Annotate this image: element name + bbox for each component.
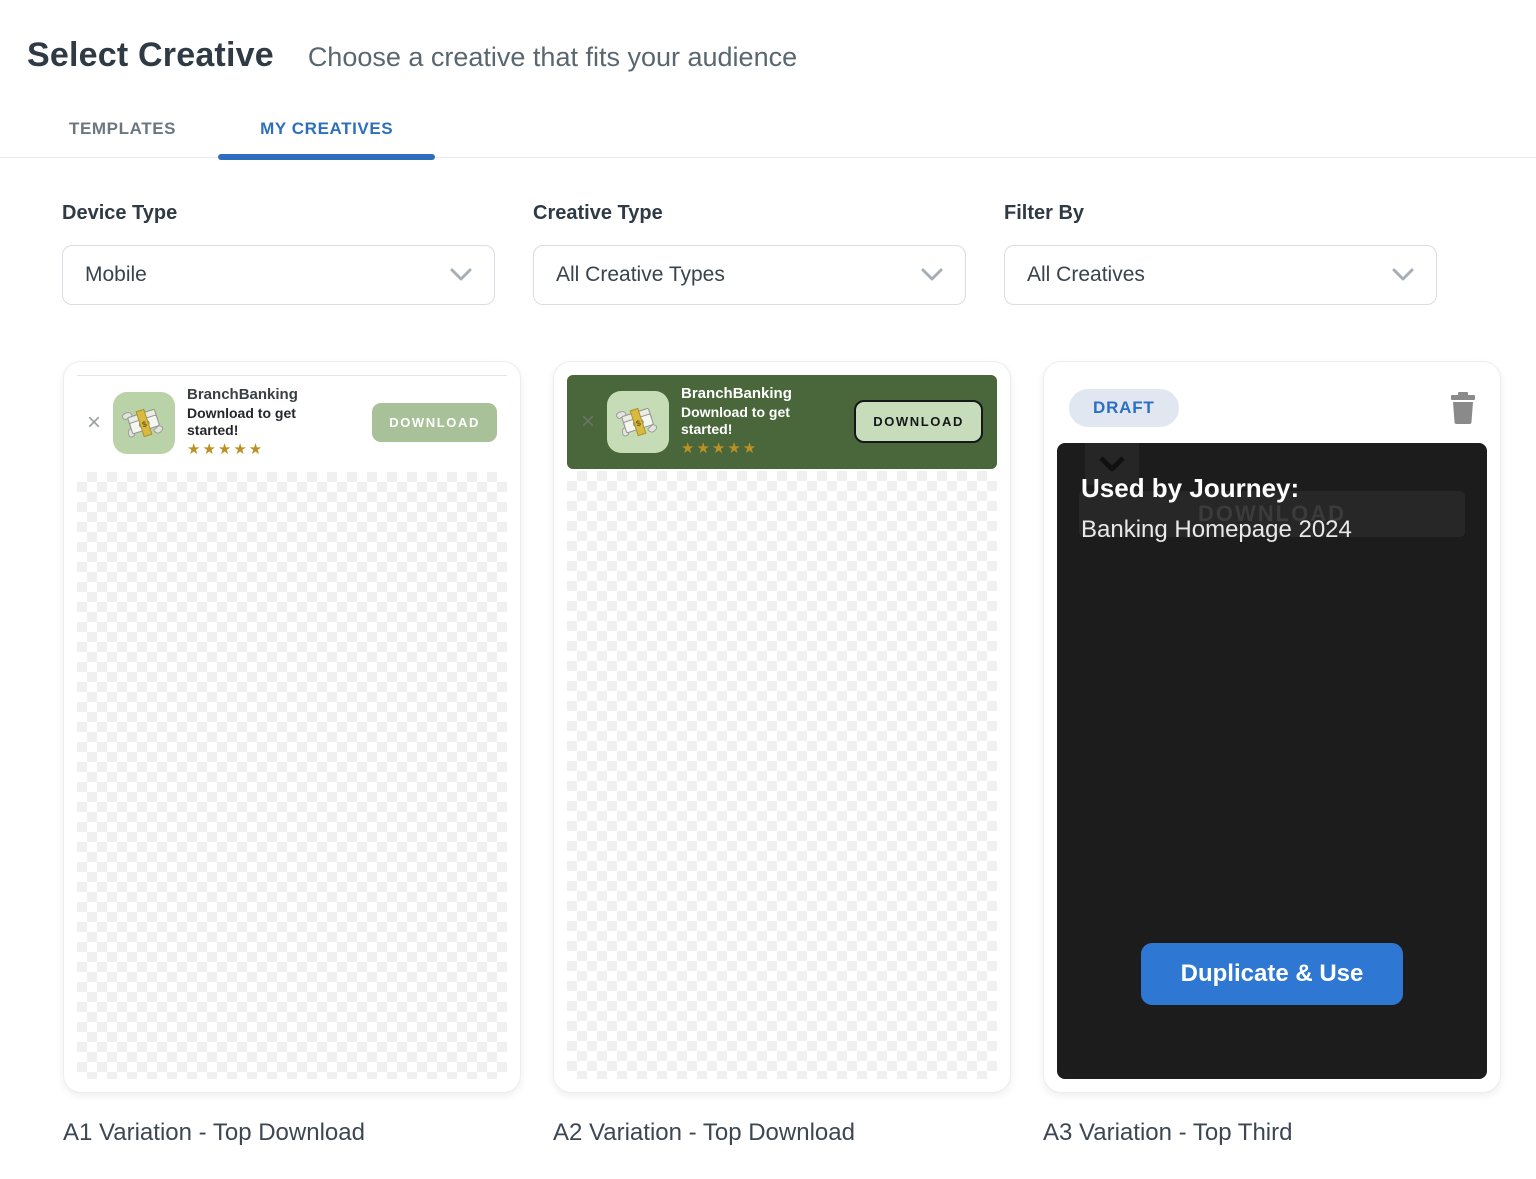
app-tagline: Download to get started! xyxy=(681,404,830,439)
star-rating-icons: ★★★★★ xyxy=(187,441,348,460)
creative-preview-a1[interactable]: × $ xyxy=(63,361,521,1093)
journey-name: Banking Homepage 2024 xyxy=(1081,516,1487,544)
chevron-down-icon xyxy=(921,268,943,282)
device-type-label: Device Type xyxy=(62,202,495,225)
money-with-wings-icon: $ xyxy=(615,399,661,445)
ad-banner-green: × $ xyxy=(567,375,997,469)
app-text-block: BranchBanking Download to get started! ★… xyxy=(187,386,348,460)
creative-name-a3: A3 Variation - Top Third xyxy=(1043,1119,1501,1147)
tab-bar: TEMPLATES MY CREATIVES xyxy=(0,103,1536,158)
page-subtitle: Choose a creative that fits your audienc… xyxy=(308,42,797,73)
app-name: BranchBanking xyxy=(187,386,348,405)
creative-preview-a3[interactable]: DRAFT DOWNLOAD Used by Journey: Banking … xyxy=(1043,361,1501,1093)
filter-by-select[interactable]: All Creatives xyxy=(1004,245,1437,305)
tab-templates[interactable]: TEMPLATES xyxy=(27,103,218,157)
creative-type-value: All Creative Types xyxy=(556,263,725,287)
download-button[interactable]: DOWNLOAD xyxy=(854,400,983,443)
status-badge-draft: DRAFT xyxy=(1069,389,1179,427)
app-tagline: Download to get started! xyxy=(187,405,348,440)
creative-preview-a2[interactable]: × $ xyxy=(553,361,1011,1093)
close-icon: × xyxy=(581,410,595,434)
device-type-value: Mobile xyxy=(85,263,147,287)
app-icon: $ xyxy=(607,391,669,453)
trash-icon[interactable] xyxy=(1449,392,1477,424)
ad-banner-white: × $ xyxy=(77,375,507,470)
transparent-canvas xyxy=(567,471,997,1080)
filter-by: Filter By All Creatives xyxy=(1004,202,1437,305)
app-text-block: BranchBanking Download to get started! ★… xyxy=(681,385,830,459)
money-with-wings-icon: $ xyxy=(121,400,167,446)
device-type-select[interactable]: Mobile xyxy=(62,245,495,305)
used-by-overlay: DOWNLOAD Used by Journey: Banking Homepa… xyxy=(1057,443,1487,1079)
creative-name-a2: A2 Variation - Top Download xyxy=(553,1119,1011,1147)
star-rating-icons: ★★★★★ xyxy=(681,440,830,459)
duplicate-and-use-button[interactable]: Duplicate & Use xyxy=(1141,943,1403,1005)
creative-card-grid: × $ xyxy=(63,361,1536,1147)
creative-card-a3: DRAFT DOWNLOAD Used by Journey: Banking … xyxy=(1043,361,1501,1147)
creative-type-label: Creative Type xyxy=(533,202,966,225)
creative-name-a1: A1 Variation - Top Download xyxy=(63,1119,521,1147)
filter-creative-type: Creative Type All Creative Types xyxy=(533,202,966,305)
close-icon: × xyxy=(87,411,101,435)
app-name: BranchBanking xyxy=(681,385,830,404)
transparent-canvas xyxy=(77,472,507,1080)
download-button[interactable]: DOWNLOAD xyxy=(372,403,497,442)
tab-my-creatives[interactable]: MY CREATIVES xyxy=(218,103,435,157)
filter-device-type: Device Type Mobile xyxy=(62,202,495,305)
creative-card-a2: × $ xyxy=(553,361,1011,1147)
card-header-row: DRAFT xyxy=(1057,375,1487,443)
creative-type-select[interactable]: All Creative Types xyxy=(533,245,966,305)
used-by-heading: Used by Journey: xyxy=(1081,473,1487,504)
filter-bar: Device Type Mobile Creative Type All Cre… xyxy=(62,202,1536,305)
page-title: Select Creative xyxy=(27,36,274,75)
chevron-down-icon xyxy=(450,268,472,282)
creative-card-a1: × $ xyxy=(63,361,521,1147)
page-header: Select Creative Choose a creative that f… xyxy=(0,0,1536,75)
filter-by-value: All Creatives xyxy=(1027,263,1145,287)
chevron-down-icon xyxy=(1392,268,1414,282)
filter-by-label: Filter By xyxy=(1004,202,1437,225)
app-icon: $ xyxy=(113,392,175,454)
